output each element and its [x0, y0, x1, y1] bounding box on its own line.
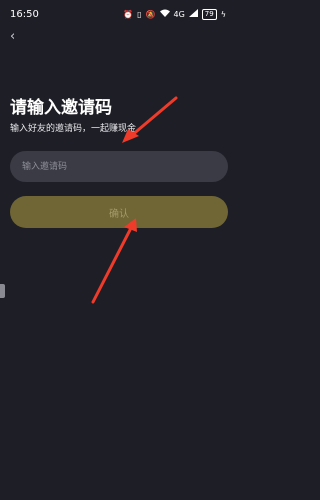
arrow-to-confirm-button — [91, 218, 137, 304]
arrow-to-input — [122, 96, 178, 143]
annotation-arrows — [91, 96, 178, 304]
